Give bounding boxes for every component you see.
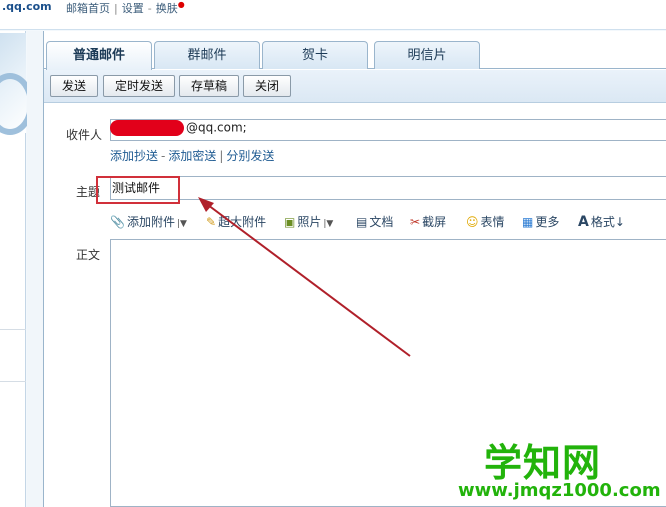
photo-icon: ▣ xyxy=(284,215,296,229)
sidebar-logo-decoration xyxy=(0,33,34,135)
new-dot-icon: ● xyxy=(177,0,185,9)
close-button[interactable]: 关闭 xyxy=(243,75,291,97)
document-icon: ▤ xyxy=(356,215,368,229)
add-attachment-button[interactable]: 📎 添加附件 |▼ xyxy=(110,213,187,230)
screenshot-label: 截屏 xyxy=(422,215,447,229)
sidebar-divider xyxy=(0,381,26,382)
save-draft-button[interactable]: 存草稿 xyxy=(179,75,239,97)
emoji-label: 表情 xyxy=(480,215,505,229)
smiley-icon: ☺ xyxy=(466,215,479,229)
document-label: 文档 xyxy=(369,215,394,229)
body-label: 正文 xyxy=(76,248,101,262)
left-sidebar xyxy=(0,31,34,507)
screenshot-button[interactable]: ✂ 截屏 xyxy=(410,213,446,230)
domain-text: .qq.com xyxy=(2,0,52,13)
chevron-down-icon[interactable]: |▼ xyxy=(177,219,187,229)
recipient-label: 收件人 xyxy=(66,128,103,142)
watermark-title: 学知网 xyxy=(484,441,602,485)
paperclip-icon: 📎 xyxy=(110,215,125,229)
top-link-separator: | xyxy=(114,2,118,15)
recipient-domain-text: @qq.com; xyxy=(186,120,247,135)
scissors-icon: ✂ xyxy=(410,215,421,229)
separate-send-link[interactable]: 分别发送 xyxy=(226,149,274,163)
add-cc-link[interactable]: 添加抄送 xyxy=(110,149,158,163)
subject-field[interactable] xyxy=(110,176,666,200)
top-bar: .qq.com 邮箱首页 | 设置 - 换肤● xyxy=(0,0,666,30)
mailbox-home-link[interactable]: 邮箱首页 xyxy=(66,2,110,15)
compose-toolbar: 发送 定时发送 存草稿 关闭 xyxy=(44,70,666,103)
redacted-address xyxy=(110,120,184,136)
chevron-down-icon[interactable]: |▼ xyxy=(323,219,333,229)
add-attachment-label: 添加附件 xyxy=(126,215,175,229)
top-links: 邮箱首页 | 设置 - 换肤● xyxy=(66,0,185,16)
format-label: 格式↓ xyxy=(590,215,625,229)
grid-icon: ▦ xyxy=(522,215,534,229)
scheduled-send-button[interactable]: 定时发送 xyxy=(103,75,175,97)
font-format-icon: A xyxy=(578,214,589,230)
document-button[interactable]: ▤ 文档 xyxy=(356,213,393,230)
more-button[interactable]: ▦ 更多 xyxy=(522,213,559,230)
change-skin-link[interactable]: 换肤 xyxy=(156,2,178,15)
tab-greeting-card[interactable]: 贺卡 xyxy=(262,41,368,69)
link-separator: | xyxy=(219,149,224,163)
watermark-url: www.jmqz1000.com xyxy=(458,480,661,501)
settings-link[interactable]: 设置 xyxy=(122,2,144,15)
add-bcc-link[interactable]: 添加密送 xyxy=(168,149,216,163)
tab-group-mail[interactable]: 群邮件 xyxy=(154,41,260,69)
photo-label: 照片 xyxy=(297,215,322,229)
tab-normal-mail[interactable]: 普通邮件 xyxy=(46,41,152,70)
photo-button[interactable]: ▣ 照片 |▼ xyxy=(284,213,333,230)
top-link-dash: - xyxy=(147,2,152,15)
send-button[interactable]: 发送 xyxy=(50,75,98,97)
sidebar-divider xyxy=(0,329,26,330)
large-attachment-button[interactable]: ✎ 超大附件 xyxy=(206,213,266,230)
paperclip-icon: ✎ xyxy=(206,215,217,229)
more-label: 更多 xyxy=(535,215,560,229)
recipient-value: @qq.com; xyxy=(110,120,247,136)
recipient-links: 添加抄送 - 添加密送 | 分别发送 xyxy=(110,147,274,164)
large-attachment-label: 超大附件 xyxy=(218,215,267,229)
link-dash: - xyxy=(161,149,166,163)
tab-postcard[interactable]: 明信片 xyxy=(374,41,480,69)
compose-tabs: 普通邮件 群邮件 贺卡 明信片 xyxy=(44,39,666,70)
format-button[interactable]: A 格式↓ xyxy=(578,213,625,230)
emoji-button[interactable]: ☺ 表情 xyxy=(466,213,505,230)
annotation-highlight-box xyxy=(96,176,180,204)
panel-gap xyxy=(27,31,43,507)
